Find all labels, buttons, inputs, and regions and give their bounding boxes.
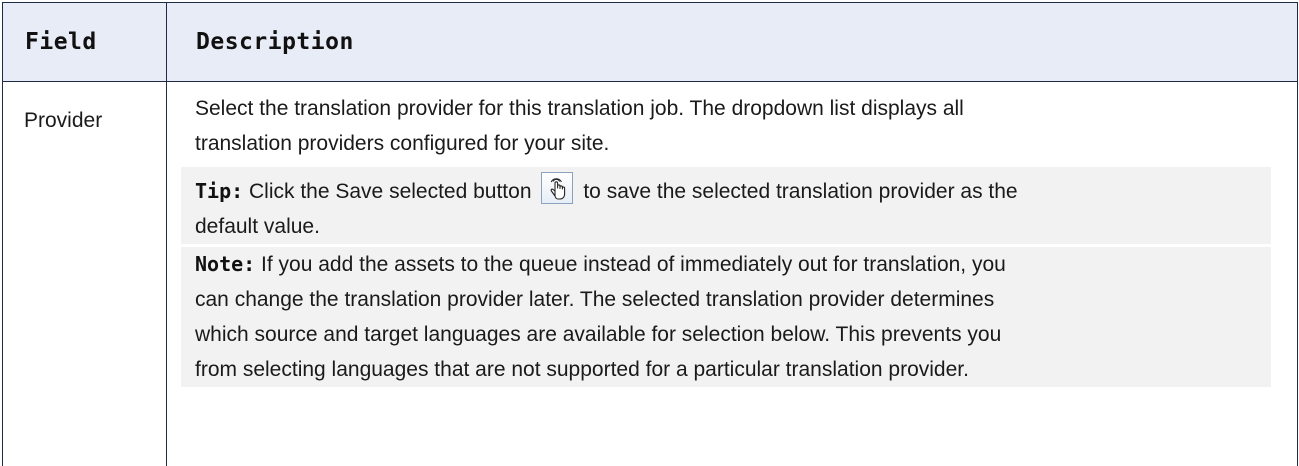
note-line-3: which source and target languages are av… bbox=[195, 323, 1002, 346]
note-line-1: If you add the assets to the queue inste… bbox=[255, 253, 1006, 276]
tip-text-line-2: default value. bbox=[195, 215, 320, 238]
description-line-1: Select the translation provider for this… bbox=[195, 97, 964, 120]
header-field: Field bbox=[25, 29, 97, 55]
table-header-row: Field Description bbox=[3, 3, 1297, 82]
description-line-2: translation providers configured for you… bbox=[195, 132, 610, 155]
note-callout: Note: If you add the assets to the queue… bbox=[181, 247, 1271, 387]
pointing-hand-icon bbox=[541, 172, 574, 204]
field-description-table: Field Description Provider Select the tr… bbox=[2, 2, 1298, 466]
note-line-2: can change the translation provider late… bbox=[195, 288, 995, 311]
field-cell-provider: Provider bbox=[24, 109, 103, 132]
note-label: Note: bbox=[195, 252, 256, 276]
tip-label: Tip: bbox=[195, 179, 244, 203]
description-cell-provider: Select the translation provider for this… bbox=[181, 91, 1271, 387]
tip-callout: Tip: Click the Save selected button to s… bbox=[181, 167, 1271, 244]
header-description: Description bbox=[196, 29, 354, 55]
note-line-4: from selecting languages that are not su… bbox=[195, 358, 969, 381]
column-divider bbox=[166, 3, 167, 466]
tip-text-after-icon: to save the selected translation provide… bbox=[583, 180, 1018, 203]
tip-text-before-icon: Click the Save selected button bbox=[243, 180, 538, 203]
description-text: Select the translation provider for this… bbox=[181, 91, 1271, 167]
